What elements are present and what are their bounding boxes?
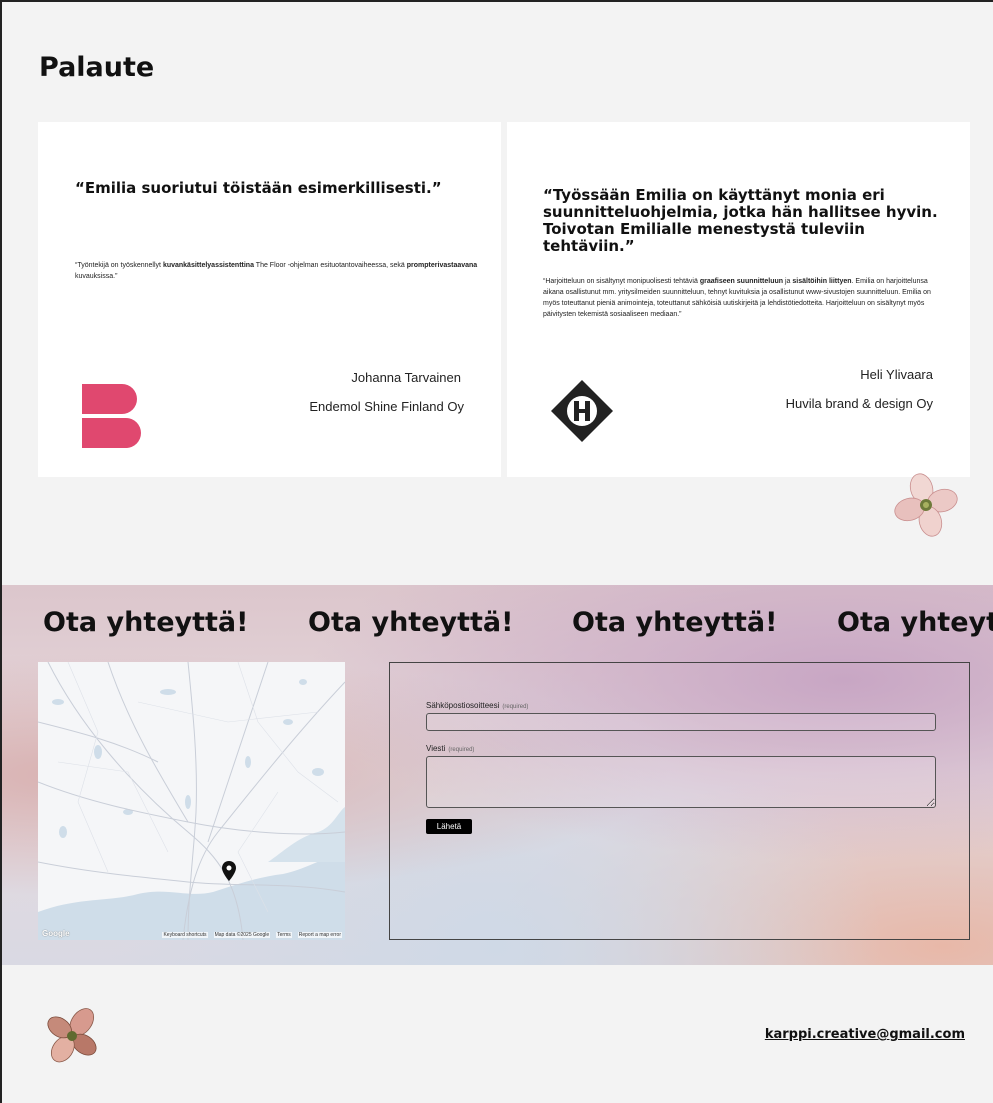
desc-bold: graafiseen suunnitteluun bbox=[699, 278, 784, 285]
marquee-heading: Ota yhteyttä! bbox=[837, 607, 993, 638]
testimonial-description: “Harjoitteluun on sisältynyt monipuolise… bbox=[543, 276, 943, 320]
testimonial-name: Heli Ylivaara bbox=[860, 367, 933, 382]
desc-text: “Työntekijä on työskennellyt bbox=[75, 262, 163, 269]
required-indicator: (required) bbox=[502, 704, 529, 710]
endemol-b-logo bbox=[82, 384, 141, 448]
desc-bold: sisältöihin liittyen bbox=[792, 278, 852, 285]
message-field[interactable] bbox=[426, 756, 936, 808]
map-footer: Keyboard shortcuts Map data ©2025 Google… bbox=[38, 930, 345, 940]
testimonial-quote: “Emilia suoriutui töistään esimerkillise… bbox=[75, 179, 442, 197]
keyboard-shortcuts-link[interactable]: Keyboard shortcuts bbox=[162, 932, 208, 938]
desc-text: “Harjoitteluun on sisältynyt monipuolise… bbox=[543, 278, 700, 285]
report-map-error-link[interactable]: Report a map error bbox=[297, 932, 342, 938]
email-field[interactable] bbox=[426, 713, 936, 731]
contact-marquee: Ota yhteyttä! Ota yhteyttä! Ota yhteyttä… bbox=[0, 607, 993, 647]
dogwood-flower-image bbox=[894, 473, 958, 537]
testimonial-company: Endemol Shine Finland Oy bbox=[309, 399, 464, 414]
testimonial-quote: “Työssään Emilia on käyttänyt monia eri … bbox=[543, 186, 938, 255]
contact-form: Sähköpostiosoitteesi (required) Viesti (re… bbox=[389, 662, 970, 940]
map-location-pin-icon[interactable] bbox=[222, 861, 236, 881]
testimonial-name: Johanna Tarvainen bbox=[351, 370, 461, 385]
map-tiles[interactable] bbox=[38, 662, 345, 940]
contact-section: Ota yhteyttä! Ota yhteyttä! Ota yhteyttä… bbox=[0, 585, 993, 965]
feedback-title: Palaute bbox=[39, 52, 155, 83]
terms-link[interactable]: Terms bbox=[276, 932, 292, 938]
required-indicator: (required) bbox=[448, 747, 475, 753]
desc-bold: kuvankäsittelyassistenttina bbox=[162, 262, 254, 269]
huvila-h-logo bbox=[551, 380, 613, 442]
map-data-text: Map data ©2025 Google bbox=[213, 932, 271, 938]
marquee-heading: Ota yhteyttä! bbox=[308, 607, 514, 638]
email-label: Sähköpostiosoitteesi (required) bbox=[426, 701, 528, 710]
desc-text: kuvauksissa.” bbox=[75, 273, 118, 280]
dogwood-flower-image bbox=[47, 1008, 97, 1063]
testimonial-description: “Työntekijä on työskennellyt kuvankäsitt… bbox=[75, 260, 485, 282]
message-label: Viesti (required) bbox=[426, 744, 474, 753]
submit-button[interactable]: Lähetä bbox=[426, 819, 472, 834]
feedback-section: Palaute “Emilia suoriutui töistään esime… bbox=[0, 0, 993, 585]
marquee-heading: Ota yhteyttä! bbox=[572, 607, 778, 638]
desc-bold: prompterivastaavana bbox=[406, 262, 478, 269]
marquee-heading: Ota yhteyttä! bbox=[43, 607, 249, 638]
testimonial-card: “Työssään Emilia on käyttänyt monia eri … bbox=[507, 122, 970, 477]
google-map[interactable]: Google Keyboard shortcuts Map data ©2025… bbox=[38, 662, 345, 940]
message-label-text: Viesti bbox=[426, 744, 446, 753]
footer: karppi.creative@gmail.com bbox=[0, 965, 993, 1103]
email-label-text: Sähköpostiosoitteesi bbox=[426, 701, 500, 710]
testimonial-company: Huvila brand & design Oy bbox=[785, 396, 933, 411]
testimonial-card: “Emilia suoriutui töistään esimerkillise… bbox=[38, 122, 501, 477]
desc-text: ja bbox=[783, 278, 793, 285]
desc-text: The Floor -ohjelman esituotantovaiheessa… bbox=[253, 262, 407, 269]
footer-email-link[interactable]: karppi.creative@gmail.com bbox=[765, 1027, 965, 1042]
